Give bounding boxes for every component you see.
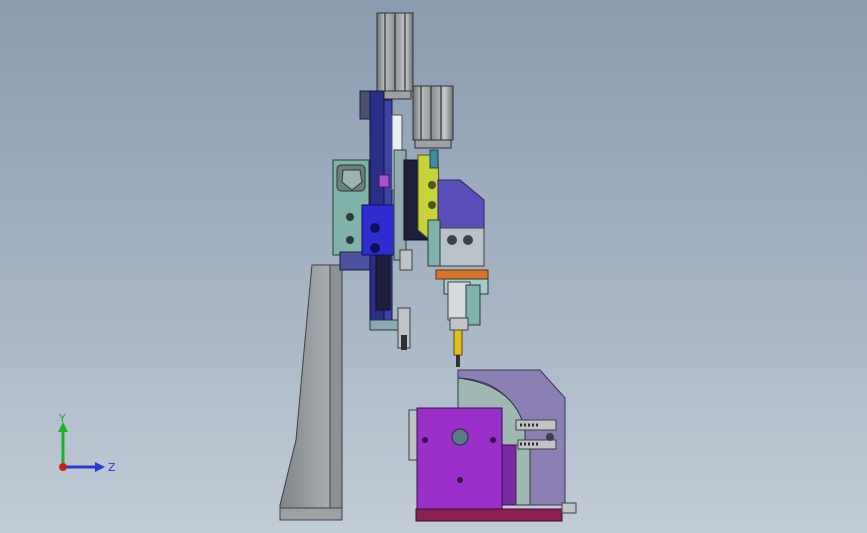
y-axis-label: Y	[58, 412, 66, 425]
lower-servo-motor	[412, 85, 454, 149]
x-axis-icon	[59, 463, 67, 471]
z-axis-label: Z	[108, 461, 116, 474]
cad-model-view[interactable]	[0, 0, 867, 533]
coordinate-triad: Y Z	[58, 412, 116, 474]
nozzle-assembly	[443, 278, 489, 367]
upper-servo-motor	[376, 12, 414, 100]
frame-column	[279, 264, 343, 521]
graphics-viewport[interactable]: Y Z	[0, 0, 867, 533]
